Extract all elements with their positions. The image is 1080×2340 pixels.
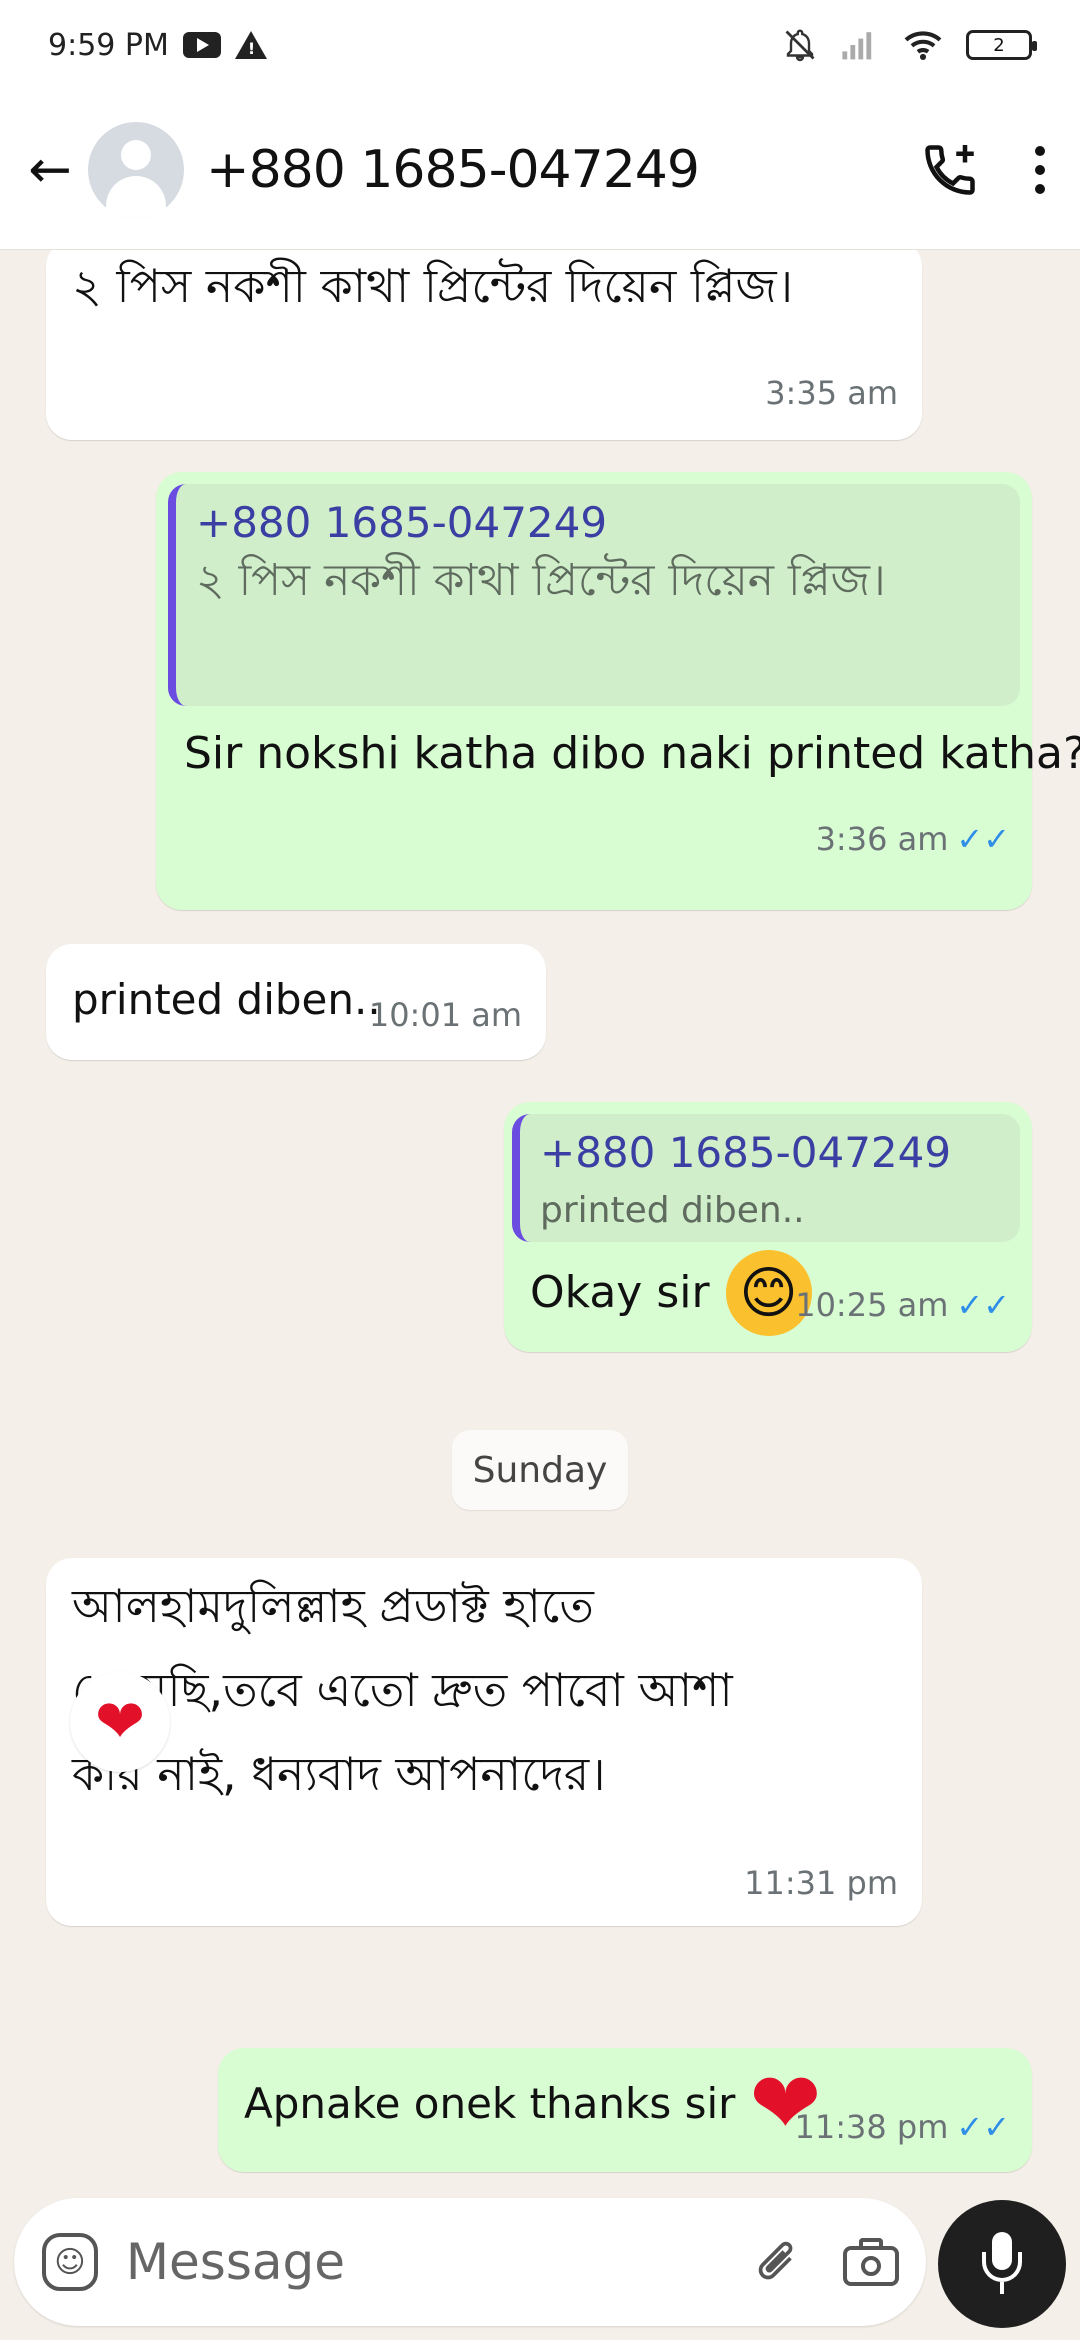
read-ticks-icon: ✓✓ (956, 820, 1010, 858)
message-text-row: Okay sir 😊 (530, 1250, 812, 1336)
contact-name[interactable]: +880 1685-047249 (206, 140, 700, 200)
battery-level: 2 (993, 34, 1005, 56)
message-bubble-incoming[interactable]: আলহামদুলিল্লাহ প্রডাক্ট হাতে পেয়েছি,তবে… (46, 1558, 922, 1926)
mic-button[interactable] (938, 2200, 1066, 2328)
battery-icon: 2 (966, 30, 1037, 60)
message-time: 3:36 am ✓✓ (816, 820, 1010, 858)
more-menu-icon[interactable] (1030, 140, 1050, 200)
quoted-text: ২ পিস নকশী কাথা প্রিন্টের দিয়েন প্লিজ। (196, 555, 886, 606)
message-composer: ☺ (14, 2198, 926, 2326)
mic-icon (980, 2232, 1024, 2296)
message-text: Sir nokshi katha dibo naki printed katha… (184, 728, 1080, 779)
quoted-message[interactable]: +880 1685-047249 ২ পিস নকশী কাথা প্রিন্ট… (168, 484, 1020, 706)
message-time: 11:38 pm ✓✓ (795, 2108, 1011, 2146)
read-ticks-icon: ✓✓ (956, 2108, 1010, 2146)
heart-reaction[interactable]: ❤ (70, 1672, 170, 1772)
mute-icon (785, 29, 815, 62)
message-bubble-outgoing[interactable]: Apnake onek thanks sir ❤ 11:38 pm ✓✓ (218, 2048, 1032, 2172)
quoted-message[interactable]: +880 1685-047249 printed diben.. (512, 1114, 1020, 1242)
message-time: 11:31 pm (744, 1864, 898, 1902)
add-call-icon[interactable] (920, 140, 980, 200)
avatar[interactable] (88, 121, 184, 218)
status-time: 9:59 PM (48, 27, 169, 63)
message-text-row: Apnake onek thanks sir ❤ (244, 2054, 821, 2154)
quoted-sender: +880 1685-047249 (540, 1128, 952, 1177)
message-bubble-outgoing[interactable]: +880 1685-047249 ২ পিস নকশী কাথা প্রিন্ট… (156, 472, 1080, 910)
message-bubble-outgoing[interactable]: +880 1685-047249 printed diben.. Okay si… (504, 1102, 1032, 1352)
signal-icon (842, 32, 872, 60)
message-time: 10:01 am (368, 996, 522, 1034)
chat-area[interactable]: ২ পিস নকশী কাথা প্রিন্টের দিয়েন প্লিজ। … (0, 250, 1080, 2200)
read-ticks-icon: ✓✓ (956, 1286, 1010, 1324)
message-text: Apnake onek thanks sir (244, 2079, 736, 2128)
camera-icon[interactable] (841, 2234, 899, 2290)
sticker-icon[interactable]: ☺ (42, 2233, 98, 2291)
message-time: 3:35 am (765, 374, 898, 412)
warning-icon: ! (234, 31, 267, 59)
message-bubble-incoming[interactable]: ২ পিস নকশী কাথা প্রিন্টের দিয়েন প্লিজ। … (46, 250, 922, 440)
message-text: printed diben.. (72, 975, 381, 1024)
chat-header: ← +880 1685-047249 (0, 90, 1080, 250)
message-input[interactable] (125, 2233, 749, 2291)
day-divider: Sunday (452, 1430, 628, 1510)
back-arrow-icon[interactable]: ← (20, 140, 80, 200)
wifi-icon (904, 31, 942, 60)
message-text: ২ পিস নকশী কাথা প্রিন্টের দিয়েন প্লিজ। (72, 259, 794, 313)
message-text: Okay sir (530, 1267, 710, 1318)
message-time-label: 3:36 am (815, 820, 949, 858)
quoted-text: printed diben.. (540, 1190, 805, 1231)
status-bar: 9:59 PM ! 2 (0, 0, 1080, 90)
quoted-sender: +880 1685-047249 (196, 498, 608, 547)
message-text: আলহামদুলিল্লাহ প্রডাক্ট হাতে পেয়েছি,তবে… (72, 1579, 733, 1801)
message-time-label: 11:38 pm (794, 2108, 949, 2146)
message-time-label: 10:25 am (795, 1286, 949, 1324)
youtube-icon (182, 32, 221, 58)
message-bubble-incoming[interactable]: printed diben.. 10:01 am (46, 944, 546, 1060)
message-time: 10:25 am ✓✓ (795, 1286, 1010, 1324)
